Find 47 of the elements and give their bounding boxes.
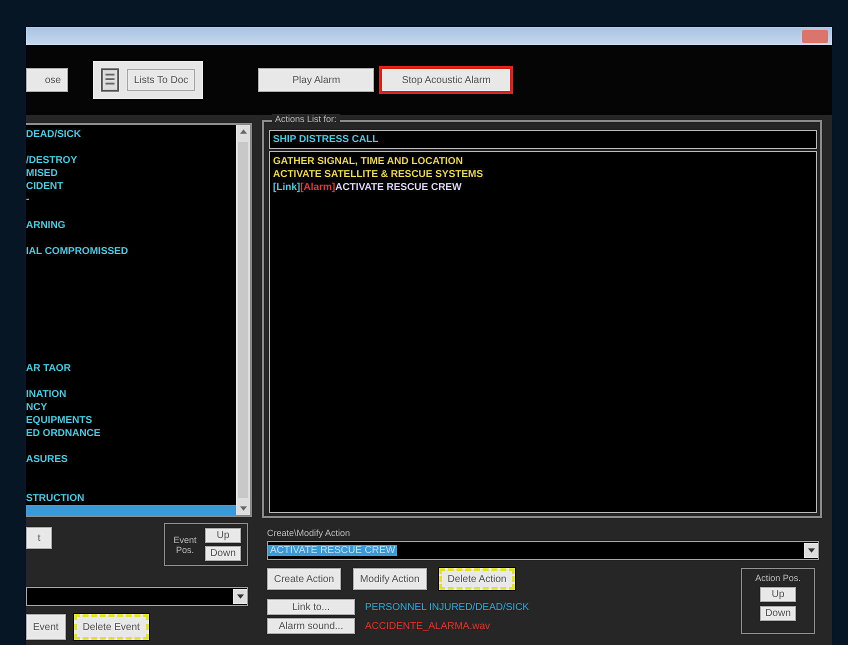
- event-list-item[interactable]: -: [26, 193, 236, 206]
- event-button[interactable]: Event: [26, 614, 66, 640]
- link-to-button[interactable]: Link to...: [267, 599, 355, 615]
- toolbar-button[interactable]: Play Alarm: [258, 68, 374, 92]
- down-button[interactable]: Down: [205, 546, 241, 561]
- down-button[interactable]: Down: [760, 606, 796, 621]
- event-name-field: SHIP DISTRESS CALL: [269, 130, 817, 149]
- event-list-item[interactable]: DEAD/SICK: [26, 128, 236, 141]
- event-list-item[interactable]: NCY: [26, 401, 236, 414]
- scroll-up-icon[interactable]: [240, 129, 246, 134]
- up-button[interactable]: Up: [205, 528, 241, 543]
- action-list-item[interactable]: [Link][Alarm]ACTIVATE RESCUE CREW: [273, 181, 813, 194]
- action-button[interactable]: Modify Action: [353, 568, 427, 590]
- lists-to-doc-button[interactable]: Lists To Doc: [127, 69, 196, 91]
- event-list-item[interactable]: AR TAOR: [26, 362, 236, 375]
- event-list-item[interactable]: ASURES: [26, 453, 236, 466]
- event-list-item[interactable]: EQUIPMENTS: [26, 414, 236, 427]
- event-list-item[interactable]: ED ORDNANCE: [26, 427, 236, 440]
- toolbar-button[interactable]: Stop Acoustic Alarm: [379, 66, 514, 94]
- dropdown-icon[interactable]: [236, 594, 244, 599]
- alarm-file: ACCIDENTE_ALARMA.wav: [365, 620, 490, 632]
- alarm-sound-button[interactable]: Alarm sound...: [267, 618, 355, 634]
- event-list-item[interactable]: INATION: [26, 388, 236, 401]
- event-pos-label: Event Pos.: [172, 534, 198, 554]
- event-combo-box[interactable]: [26, 587, 248, 606]
- event-list-item[interactable]: MISED: [26, 167, 236, 180]
- create-modify-label: Create\Modify Action: [267, 528, 352, 538]
- event-list-item[interactable]: IAL COMPROMISSED: [26, 245, 236, 258]
- action-pos-label: Action Pos.: [755, 573, 801, 583]
- action-list-item[interactable]: ACTIVATE SATELLITE & RESCUE SYSTEMS: [273, 168, 813, 181]
- document-icon: [101, 67, 119, 93]
- dropdown-icon[interactable]: [808, 548, 814, 553]
- action-list-item[interactable]: GATHER SIGNAL, TIME AND LOCATION: [273, 155, 813, 168]
- toolbar-button[interactable]: ose: [26, 68, 68, 92]
- scroll-down-icon[interactable]: [240, 506, 246, 511]
- up-button[interactable]: Up: [760, 587, 796, 602]
- event-list-item[interactable]: STRUCTION: [26, 492, 236, 505]
- event-list-item[interactable]: CIDENT: [26, 180, 236, 193]
- event-list-item[interactable]: ARNING: [26, 219, 236, 232]
- action-button[interactable]: Create Action: [267, 568, 342, 590]
- linked-event: PERSONNEL INJURED/DEAD/SICK: [365, 602, 530, 612]
- event-list-item[interactable]: /DESTROY: [26, 154, 236, 167]
- action-button[interactable]: Delete Action: [438, 568, 516, 590]
- group-title: Actions List for:: [272, 114, 340, 124]
- cut-button[interactable]: t: [26, 527, 52, 549]
- event-button[interactable]: Delete Event: [74, 614, 149, 640]
- scrollbar[interactable]: [236, 125, 250, 515]
